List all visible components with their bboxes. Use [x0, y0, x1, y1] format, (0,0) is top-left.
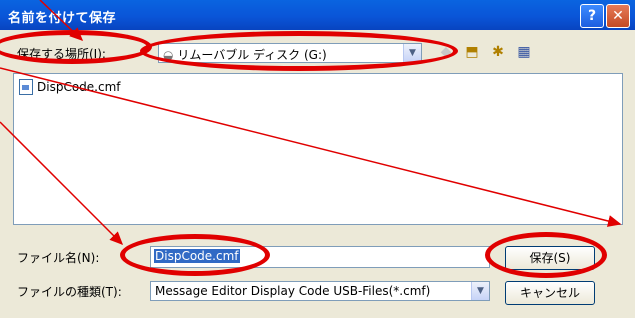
arrow-to-save-button: [0, 67, 622, 227]
arrow-to-location-label: [39, 0, 84, 42]
annotation-arrows: [0, 0, 622, 246]
arrow-to-filename: [0, 121, 124, 246]
